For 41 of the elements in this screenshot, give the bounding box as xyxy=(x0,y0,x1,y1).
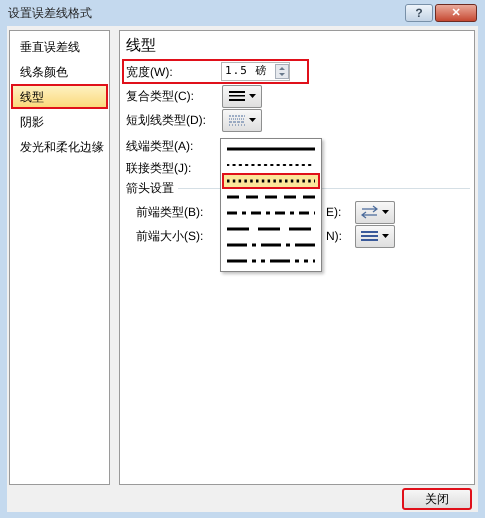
section-heading: 线型 xyxy=(125,36,157,56)
dash-lines-icon xyxy=(228,114,244,126)
help-button[interactable]: ? xyxy=(405,4,433,22)
window-title: 设置误差线格式 xyxy=(8,5,92,22)
field-label: 前端大小(S): xyxy=(136,228,204,245)
line-sample-icon xyxy=(227,259,315,263)
end-size-dropdown[interactable] xyxy=(355,224,395,248)
category-item[interactable]: 垂直误差线 xyxy=(11,34,108,59)
compound-type-dropdown[interactable] xyxy=(222,84,262,108)
line-sample-icon xyxy=(227,211,315,215)
caret-icon xyxy=(382,210,389,214)
field-label: N): xyxy=(325,228,343,245)
field-label: 短划线类型(D): xyxy=(126,112,207,129)
field-label: 宽度(W): xyxy=(126,64,174,80)
caret-icon xyxy=(248,94,256,98)
category-item[interactable]: 线型 xyxy=(11,84,108,109)
category-item[interactable]: 阴影 xyxy=(11,109,108,134)
field-label: 线端类型(A): xyxy=(126,138,194,155)
category-item[interactable]: 发光和柔化边缘 xyxy=(11,134,108,159)
field-label: 联接类型(J): xyxy=(126,160,192,177)
arrows-icon xyxy=(361,205,378,219)
line-weights-icon xyxy=(361,230,378,242)
spinner-value: 1.5 磅 xyxy=(224,63,268,80)
close-button[interactable]: 关闭 xyxy=(402,488,472,510)
end-type-dropdown[interactable] xyxy=(355,200,395,224)
line-sample-icon xyxy=(227,179,315,183)
group-heading: 箭头设置 xyxy=(126,180,174,197)
category-item[interactable]: 线条颜色 xyxy=(11,59,108,84)
caret-icon xyxy=(382,234,389,238)
dash-type-dropdown[interactable] xyxy=(222,108,262,132)
spin-arrows-icon[interactable] xyxy=(275,64,289,79)
width-spinner[interactable]: 1.5 磅 xyxy=(221,62,290,81)
caret-icon xyxy=(248,118,256,122)
line-sample-icon xyxy=(227,243,315,247)
compound-lines-icon xyxy=(228,90,244,102)
field-label: 复合类型(C): xyxy=(126,88,195,105)
line-sample-icon xyxy=(227,147,315,151)
line-sample-icon xyxy=(227,195,315,199)
field-label: 前端类型(B): xyxy=(136,204,204,221)
field-label: E): xyxy=(325,204,342,221)
dash-option[interactable] xyxy=(222,173,320,189)
